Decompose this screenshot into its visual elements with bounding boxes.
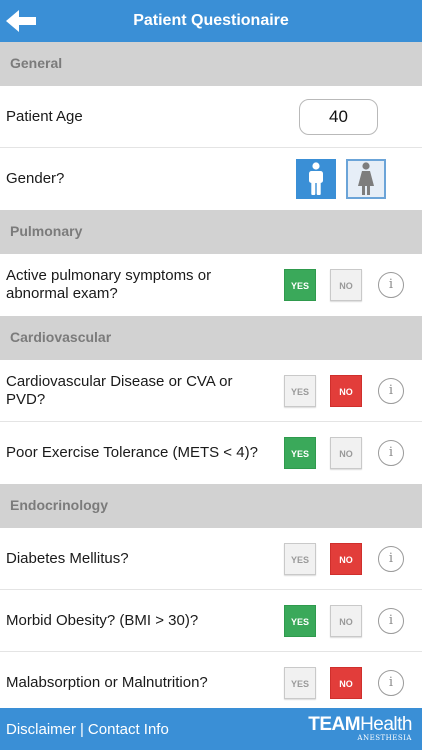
male-icon: [309, 162, 323, 195]
question-label: Morbid Obesity? (BMI > 30)?: [6, 611, 199, 629]
no-button[interactable]: NO: [330, 667, 362, 699]
gender-label: Gender?: [6, 170, 65, 187]
question-label: Cardiovascular Disease or CVA or PVD?: [6, 372, 233, 408]
nav-bar: Patient Questionaire: [0, 0, 422, 42]
question-label: Active pulmonary symptoms or abnormal ex…: [6, 267, 212, 302]
section-header-cardiovascular: Cardiovascular: [0, 316, 422, 360]
teamhealth-logo: TEAMHealth ANESTHESIA: [308, 715, 412, 742]
no-button[interactable]: NO: [330, 269, 362, 301]
info-icon[interactable]: i: [378, 272, 404, 298]
section-header-pulmonary: Pulmonary: [0, 210, 422, 254]
no-button[interactable]: NO: [330, 542, 362, 575]
info-icon[interactable]: i: [378, 545, 404, 572]
logo-health-text: Health: [360, 714, 412, 735]
yes-button[interactable]: YES: [284, 437, 316, 469]
gender-female-button[interactable]: [346, 159, 386, 199]
page-title: Patient Questionaire: [133, 12, 289, 29]
gender-row: Gender?: [0, 148, 422, 210]
logo-team-text: TEAM: [308, 714, 361, 735]
info-icon[interactable]: i: [378, 440, 404, 466]
disclaimer-link[interactable]: Disclaimer: [6, 721, 76, 738]
yes-button[interactable]: YES: [284, 667, 316, 699]
questionnaire-list: General Patient Age 40 Gender? Pulmonary…: [0, 42, 422, 708]
footer-separator: |: [80, 721, 84, 738]
no-button[interactable]: NO: [330, 604, 362, 637]
footer-bar: Disclaimer | Contact Info TEAMHealth ANEST…: [0, 708, 422, 750]
question-row: Diabetes Mellitus? YES NO i: [0, 528, 422, 590]
question-row: Malabsorption or Malnutrition? YES NO i: [0, 652, 422, 708]
yes-button[interactable]: YES: [284, 374, 316, 407]
patient-age-row: Patient Age 40: [0, 86, 422, 148]
no-button[interactable]: NO: [330, 437, 362, 469]
info-icon[interactable]: i: [378, 670, 404, 696]
section-header-endocrinology: Endocrinology: [0, 484, 422, 528]
app-root: Patient Questionaire General Patient Age…: [0, 0, 422, 750]
contact-info-link[interactable]: Contact Info: [88, 721, 169, 738]
patient-age-label: Patient Age: [6, 107, 83, 125]
no-button[interactable]: NO: [330, 374, 362, 407]
yes-button[interactable]: YES: [284, 542, 316, 575]
yes-button[interactable]: YES: [284, 604, 316, 637]
question-row: Poor Exercise Tolerance (METS < 4)? YES …: [0, 422, 422, 484]
footer-links: Disclaimer | Contact Info: [6, 721, 169, 738]
question-row: Morbid Obesity? (BMI > 30)? YES NO i: [0, 590, 422, 652]
section-header-general: General: [0, 42, 422, 86]
female-icon: [358, 162, 374, 195]
question-label: Malabsorption or Malnutrition?: [6, 674, 208, 691]
question-label: Diabetes Mellitus?: [6, 549, 129, 567]
yes-button[interactable]: YES: [284, 269, 316, 301]
patient-age-input[interactable]: 40: [299, 98, 378, 135]
gender-male-button[interactable]: [296, 159, 336, 199]
question-label: Poor Exercise Tolerance (METS < 4)?: [6, 444, 258, 461]
question-row: Active pulmonary symptoms or abnormal ex…: [0, 254, 422, 316]
info-icon[interactable]: i: [378, 607, 404, 634]
info-icon[interactable]: i: [378, 377, 404, 404]
logo-subtitle: ANESTHESIA: [357, 734, 412, 742]
question-row: Cardiovascular Disease or CVA or PVD? YE…: [0, 360, 422, 422]
